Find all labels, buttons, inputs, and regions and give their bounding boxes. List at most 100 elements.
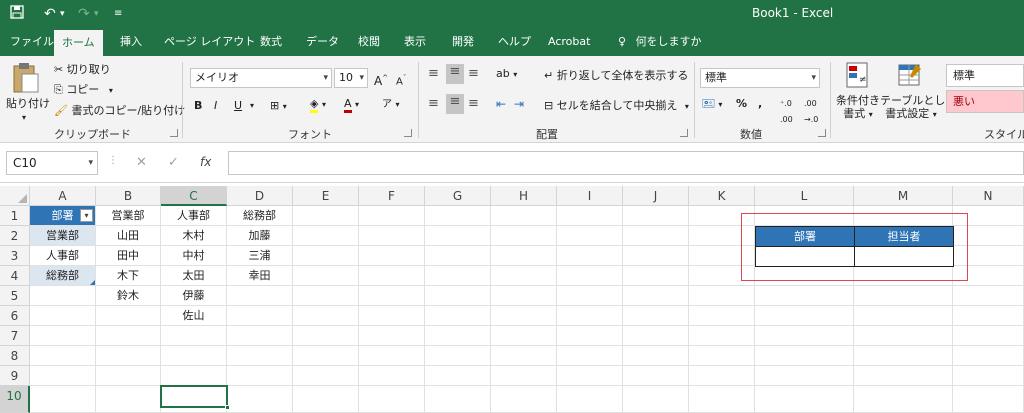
grid-cell[interactable] — [557, 286, 623, 306]
underline-button[interactable]: U — [234, 98, 242, 114]
grid-cell[interactable] — [293, 326, 359, 346]
underline-dropdown-icon[interactable]: ▾ — [250, 98, 254, 114]
cancel-icon[interactable]: ✕ — [136, 155, 147, 170]
cell-c5[interactable]: 伊藤 — [161, 286, 227, 306]
cell-b5[interactable]: 鈴木 — [96, 286, 161, 306]
filter-dropdown-icon[interactable]: ▾ — [80, 209, 93, 222]
grid-cell[interactable] — [293, 386, 359, 413]
cell-c6[interactable]: 佐山 — [161, 306, 227, 326]
conditional-format-button[interactable]: 条件付き 書式 ▾ — [836, 94, 880, 121]
tab-formulas[interactable]: 数式 — [252, 28, 290, 56]
row-header-1[interactable]: 1 — [0, 206, 30, 226]
grid-cell[interactable] — [689, 326, 755, 346]
wrap-text-button[interactable]: ↵ 折り返して全体を表示する — [544, 68, 688, 84]
grid-cell[interactable] — [491, 206, 557, 226]
bold-button[interactable]: B — [194, 98, 202, 114]
grid-cell[interactable] — [557, 226, 623, 246]
row-header-5[interactable]: 5 — [0, 286, 30, 306]
undo-icon[interactable]: ↶ — [44, 5, 56, 23]
cell-c2[interactable]: 木村 — [161, 226, 227, 246]
style-bad[interactable]: 悪い — [946, 90, 1024, 113]
cell-a3[interactable]: 人事部 — [30, 246, 96, 266]
grid-cell[interactable] — [623, 326, 689, 346]
grid-cell[interactable] — [953, 306, 1024, 326]
grid-cell[interactable] — [425, 346, 491, 366]
fill-handle[interactable] — [225, 405, 230, 410]
fill-color-icon[interactable]: ◈ ▾ — [310, 96, 326, 113]
grid-cell[interactable] — [623, 286, 689, 306]
grid-cell[interactable] — [359, 386, 425, 413]
grid-cell[interactable] — [557, 206, 623, 226]
grid-cell[interactable] — [30, 366, 96, 386]
grid-cell[interactable] — [755, 306, 854, 326]
column-header-h[interactable]: H — [491, 186, 557, 206]
decrease-decimal-icon[interactable]: .00 →.0 — [804, 96, 818, 128]
grid-cell[interactable] — [30, 386, 96, 413]
format-as-table-button[interactable]: テーブルとして 書式設定 ▾ — [880, 94, 956, 121]
name-box[interactable]: C10 ▾ — [6, 151, 98, 175]
grid-cell[interactable] — [293, 366, 359, 386]
grid-cell[interactable] — [953, 366, 1024, 386]
grid-cell[interactable] — [161, 326, 227, 346]
undo-dropdown-icon[interactable]: ▾ — [60, 5, 65, 23]
grid-cell[interactable] — [30, 306, 96, 326]
cell-b1[interactable]: 営業部 — [96, 206, 161, 226]
grid-cell[interactable] — [623, 306, 689, 326]
grid-cell[interactable] — [689, 306, 755, 326]
grid-cell[interactable] — [491, 226, 557, 246]
align-left-icon[interactable]: ≡ — [428, 96, 439, 112]
grid-cell[interactable] — [689, 346, 755, 366]
grid-cell[interactable] — [557, 246, 623, 266]
cell-a4[interactable]: 総務部 — [30, 266, 96, 286]
grid-cell[interactable] — [293, 266, 359, 286]
tab-developer[interactable]: 開発 — [444, 28, 482, 56]
grid-cell[interactable] — [96, 366, 161, 386]
grid-cell[interactable] — [557, 306, 623, 326]
grid-cell[interactable] — [96, 346, 161, 366]
grid-cell[interactable] — [293, 206, 359, 226]
tab-help[interactable]: ヘルプ — [490, 28, 539, 56]
currency-icon[interactable]: 🖭 ▾ — [702, 96, 722, 113]
italic-button[interactable]: I — [214, 98, 217, 114]
align-middle-icon[interactable]: ≡ — [446, 64, 464, 84]
grid-cell[interactable] — [623, 266, 689, 286]
copy-button[interactable]: ⎘ コピー ▾ — [54, 82, 113, 99]
cell-b3[interactable]: 田中 — [96, 246, 161, 266]
grid-cell[interactable] — [425, 206, 491, 226]
grid-cell[interactable] — [293, 306, 359, 326]
grid-cell[interactable] — [425, 226, 491, 246]
row-header-3[interactable]: 3 — [0, 246, 30, 266]
grid-cell[interactable] — [359, 206, 425, 226]
save-icon[interactable] — [10, 5, 24, 24]
orientation-icon[interactable]: ab ▾ — [496, 66, 517, 83]
grid-cell[interactable] — [491, 306, 557, 326]
grid-cell[interactable] — [953, 286, 1024, 306]
grid-cell[interactable] — [623, 206, 689, 226]
grid-cell[interactable] — [953, 386, 1024, 413]
font-color-icon[interactable]: A ▾ — [344, 96, 359, 113]
font-size-select[interactable]: 10 ▾ — [334, 68, 368, 88]
grid-cell[interactable] — [293, 246, 359, 266]
grid-cell[interactable] — [359, 286, 425, 306]
grid-cell[interactable] — [557, 266, 623, 286]
grid-cell[interactable] — [227, 306, 293, 326]
grid-cell[interactable] — [689, 386, 755, 413]
grid-cell[interactable] — [491, 346, 557, 366]
grid-cell[interactable] — [557, 346, 623, 366]
table-resize-handle[interactable] — [90, 280, 95, 285]
insert-function-icon[interactable]: fx — [200, 155, 211, 169]
column-header-m[interactable]: M — [854, 186, 953, 206]
column-header-b[interactable]: B — [96, 186, 161, 206]
column-header-f[interactable]: F — [359, 186, 425, 206]
tell-me-search[interactable]: ♀ 何をしますか — [610, 28, 710, 56]
grid-cell[interactable] — [953, 326, 1024, 346]
column-header-l[interactable]: L — [755, 186, 854, 206]
tab-review[interactable]: 校閲 — [350, 28, 388, 56]
grid-cell[interactable] — [755, 386, 854, 413]
grid-cell[interactable] — [755, 326, 854, 346]
column-header-k[interactable]: K — [689, 186, 755, 206]
font-name-select[interactable]: メイリオ ▾ — [190, 68, 332, 88]
grid-cell[interactable] — [425, 326, 491, 346]
grid-cell[interactable] — [96, 306, 161, 326]
grid-cell[interactable] — [227, 346, 293, 366]
